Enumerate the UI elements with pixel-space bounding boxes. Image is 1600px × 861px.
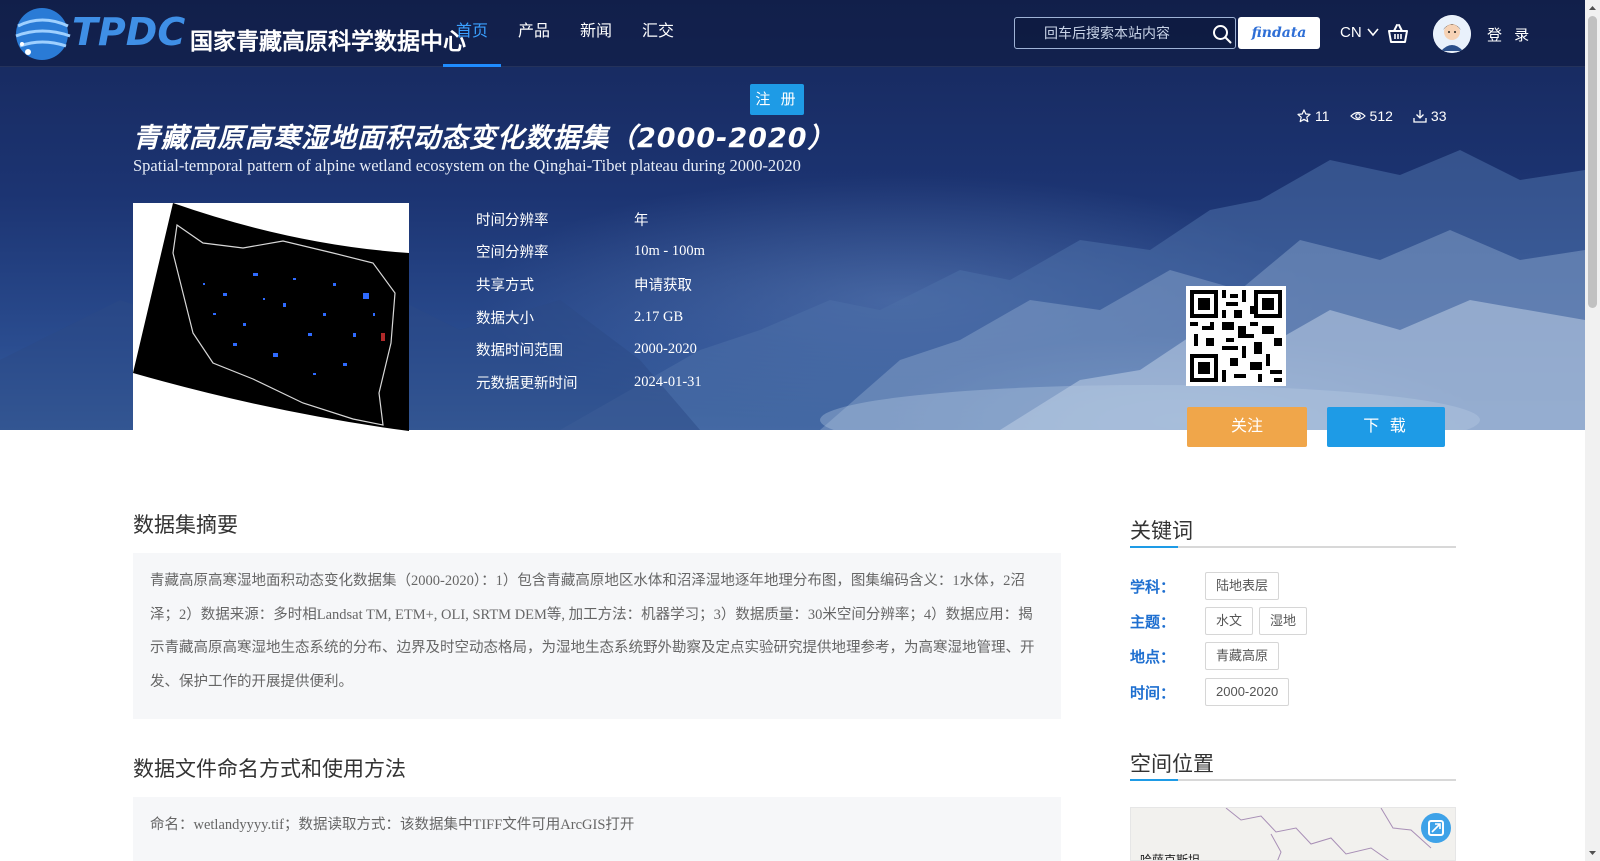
eye-icon [1349,111,1366,121]
top-navigation-bar: TPDC 国家青藏高原科学数据中心 首页 产品 新闻 汇交 findata CN [0,0,1585,67]
meta-row-spatial-resolution: 空间分辨率 10m - 100m [476,236,705,269]
favorites-stat: 11 [1297,108,1330,124]
user-avatar-icon [1433,15,1471,53]
scroll-up-icon[interactable] [1588,3,1597,13]
nav-item-news[interactable]: 新闻 [567,0,625,67]
keyword-label-discipline: 学科： [1130,579,1176,596]
dataset-thumbnail[interactable] [133,203,409,431]
dataset-stats: 11 512 33 [1297,108,1466,124]
meta-value: 2024-01-31 [634,373,702,390]
keyword-label-time: 时间： [1130,685,1176,702]
meta-key: 元数据更新时间 [476,375,578,392]
views-count: 512 [1369,108,1393,124]
follow-button[interactable]: 关注 [1187,407,1307,447]
qr-code-icon [1186,286,1286,386]
meta-row-sharing: 共享方式 申请获取 [476,268,705,301]
meta-value: 年 [634,212,649,229]
nav-item-products[interactable]: 产品 [505,0,563,67]
downloads-stat: 33 [1413,108,1447,124]
map-country-label: 哈萨克斯坦 [1140,853,1201,861]
meta-key: 共享方式 [476,277,534,294]
search-input[interactable] [1015,18,1200,48]
location-divider [1130,779,1456,781]
location-map[interactable]: 哈萨克斯坦 [1130,807,1456,861]
main-nav: 首页 产品 新闻 汇交 [443,0,691,67]
page-scrollbar[interactable] [1585,0,1600,861]
scrollbar-thumb[interactable] [1588,16,1597,308]
location-title: 空间位置 [1130,753,1214,776]
language-label: CN [1340,24,1362,41]
abstract-panel: 青藏高原高寒湿地面积动态变化数据集（2000-2020）：1）包含青藏高原地区水… [133,553,1061,719]
meta-key: 时间分辨率 [476,212,549,229]
fullscreen-icon[interactable] [1421,813,1451,843]
dataset-title-cn: 青藏高原高寒湿地面积动态变化数据集（2000-2020） [133,123,836,154]
language-switcher[interactable]: CN [1340,24,1379,41]
chevron-down-icon [1367,28,1379,37]
keyword-tag[interactable]: 水文 [1205,607,1254,635]
star-icon [1297,109,1311,123]
nav-item-submit[interactable]: 汇交 [629,0,687,67]
meta-row-updated: 元数据更新时间 2024-01-31 [476,366,705,399]
keywords-divider [1130,546,1456,548]
abstract-text: 青藏高原高寒湿地面积动态变化数据集（2000-2020）：1）包含青藏高原地区水… [150,573,1035,690]
user-avatar[interactable] [1433,15,1471,53]
search-box [1014,17,1236,49]
nav-item-home[interactable]: 首页 [443,0,502,67]
meta-row-data-size: 数据大小 2.17 GB [476,301,705,334]
logo-text: 国家青藏高原科学数据中心 [190,29,466,55]
logo-acronym: TPDC [72,10,186,54]
meta-value: 2.17 GB [634,308,684,325]
keyword-label-theme: 主题： [1130,614,1176,631]
download-icon [1413,110,1427,123]
cart-icon[interactable] [1387,23,1409,45]
meta-key: 空间分辨率 [476,245,549,262]
dataset-title-en: Spatial-temporal pattern of alpine wetla… [133,156,801,175]
keywords-title: 关键词 [1130,520,1193,543]
keyword-label-place: 地点： [1130,649,1176,666]
naming-text: 命名：wetlandyyyy.tif；数据读取方式：该数据集中TIFF文件可用A… [150,817,635,833]
naming-title: 数据文件命名方式和使用方法 [133,758,406,781]
download-button[interactable]: 下 载 [1327,407,1445,447]
downloads-count: 33 [1430,108,1447,124]
meta-row-time-range: 数据时间范围 2000-2020 [476,333,705,366]
keyword-tag[interactable]: 陆地表层 [1205,572,1280,600]
views-stat: 512 [1349,108,1393,124]
abstract-title: 数据集摘要 [133,514,238,537]
keyword-tag[interactable]: 2000-2020 [1205,678,1290,706]
login-link[interactable]: 登 录 [1487,24,1533,45]
tpdc-logo[interactable]: TPDC 国家青藏高原科学数据中心 [14,4,466,64]
keyword-tag[interactable]: 青藏高原 [1205,642,1280,670]
register-button[interactable]: 注 册 [750,84,804,115]
keyword-tag[interactable]: 湿地 [1259,607,1308,635]
scroll-down-icon[interactable] [1588,848,1597,858]
meta-value: 申请获取 [634,277,692,294]
meta-key: 数据大小 [476,310,534,327]
findata-link[interactable]: findata [1238,17,1320,49]
meta-value: 2000-2020 [634,341,697,358]
meta-key: 数据时间范围 [476,343,563,360]
wetland-map-image [133,203,409,431]
naming-panel: 命名：wetlandyyyy.tif；数据读取方式：该数据集中TIFF文件可用A… [133,797,1061,861]
favorites-count: 11 [1315,108,1330,124]
meta-row-temporal-resolution: 时间分辨率 年 [476,203,705,236]
meta-value: 10m - 100m [634,243,705,260]
search-icon[interactable] [1212,24,1232,44]
dataset-metadata: 时间分辨率 年 空间分辨率 10m - 100m 共享方式 申请获取 数据大小 … [476,203,705,399]
